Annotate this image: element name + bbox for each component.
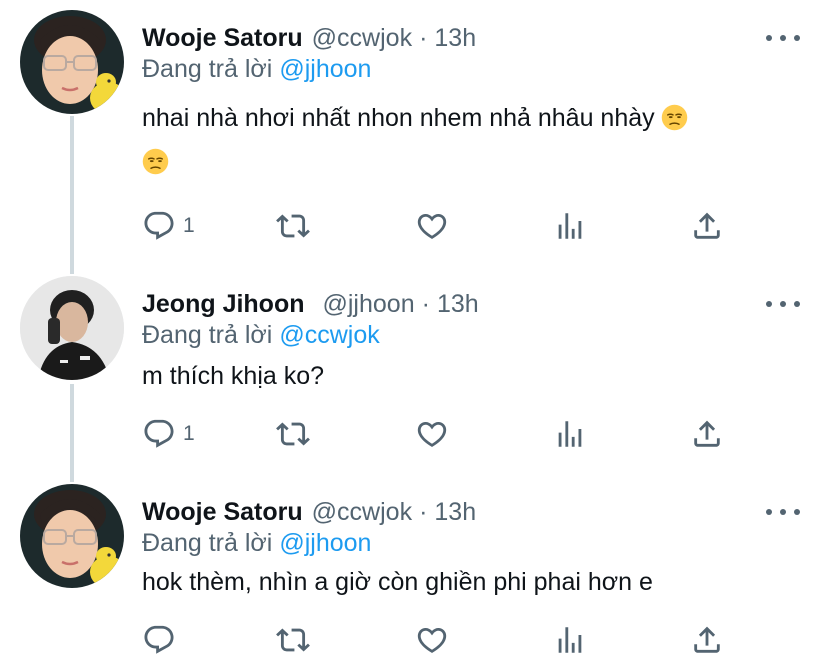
- analytics-button[interactable]: [553, 414, 587, 454]
- replying-to-line: Đang trả lời @ccwjok: [142, 321, 380, 350]
- retweet-icon: [276, 623, 310, 657]
- share-icon: [690, 417, 724, 451]
- replying-to-mention[interactable]: @jjhoon: [279, 529, 371, 557]
- separator-dot: ·: [419, 497, 428, 526]
- share-button[interactable]: [690, 414, 724, 454]
- timestamp[interactable]: 13h: [434, 24, 476, 53]
- retweet-icon: [276, 209, 310, 243]
- reply-icon: [142, 417, 176, 451]
- heart-icon: [415, 623, 449, 657]
- unamused-face-emoji-icon: [142, 148, 169, 175]
- retweet-button[interactable]: [276, 620, 310, 660]
- tweet[interactable]: Wooje Satoru @ccwjok · 13h Đang trả lời @…: [0, 484, 828, 664]
- retweet-icon: [276, 417, 310, 451]
- separator-dot: ·: [421, 289, 430, 318]
- retweet-button[interactable]: [276, 414, 310, 454]
- retweet-button[interactable]: [276, 206, 310, 246]
- tweet[interactable]: Jeong Jihoon @jjhoon · 13h Đang trả lời @…: [0, 276, 828, 466]
- replying-to-label: Đang trả lời: [142, 529, 273, 557]
- user-handle[interactable]: @jjhoon: [323, 290, 415, 319]
- share-button[interactable]: [690, 206, 724, 246]
- unamused-face-emoji-icon: [661, 104, 688, 131]
- reply-icon: [142, 623, 176, 657]
- heart-icon: [415, 417, 449, 451]
- display-name[interactable]: Wooje Satoru: [142, 498, 303, 527]
- analytics-button[interactable]: [553, 206, 587, 246]
- tweet-actions: [142, 620, 732, 660]
- user-handle[interactable]: @ccwjok: [312, 498, 412, 527]
- timestamp[interactable]: 13h: [437, 290, 479, 319]
- like-button[interactable]: [415, 620, 449, 660]
- reply-button[interactable]: 1: [142, 414, 195, 454]
- like-button[interactable]: [415, 414, 449, 454]
- more-icon[interactable]: [766, 502, 800, 522]
- more-icon[interactable]: [766, 294, 800, 314]
- avatar[interactable]: [20, 10, 124, 114]
- analytics-icon: [553, 417, 587, 451]
- share-icon: [690, 623, 724, 657]
- tweet-actions: 1: [142, 414, 732, 454]
- analytics-icon: [553, 623, 587, 657]
- tweet[interactable]: Wooje Satoru @ccwjok · 13h Đang trả lời @…: [0, 10, 828, 260]
- share-icon: [690, 209, 724, 243]
- replying-to-line: Đang trả lời @jjhoon: [142, 55, 371, 84]
- replying-to-line: Đang trả lời @jjhoon: [142, 529, 371, 558]
- more-icon[interactable]: [766, 28, 800, 48]
- analytics-button[interactable]: [553, 620, 587, 660]
- separator-dot: ·: [419, 23, 428, 52]
- replying-to-mention[interactable]: @ccwjok: [279, 321, 379, 349]
- replying-to-label: Đang trả lời: [142, 55, 273, 83]
- reply-button[interactable]: 1: [142, 206, 195, 246]
- analytics-icon: [553, 209, 587, 243]
- user-handle[interactable]: @ccwjok: [312, 24, 412, 53]
- timestamp[interactable]: 13h: [434, 498, 476, 527]
- heart-icon: [415, 209, 449, 243]
- display-name[interactable]: Jeong Jihoon: [142, 290, 305, 319]
- replying-to-mention[interactable]: @jjhoon: [279, 55, 371, 83]
- tweet-text: m thích khịa ko?: [142, 362, 325, 390]
- display-name[interactable]: Wooje Satoru: [142, 24, 303, 53]
- tweet-actions: 1: [142, 206, 732, 246]
- tweet-text: nhai nhà nhơi nhất nhon nhem nhả nhâu nh…: [142, 96, 792, 184]
- replying-to-label: Đang trả lời: [142, 321, 273, 349]
- reply-count: 1: [183, 422, 195, 445]
- reply-button[interactable]: [142, 620, 176, 660]
- share-button[interactable]: [690, 620, 724, 660]
- tweet-text: hok thèm, nhìn a giờ còn ghiền phi phai …: [142, 568, 653, 596]
- avatar[interactable]: [20, 484, 124, 588]
- like-button[interactable]: [415, 206, 449, 246]
- reply-count: 1: [183, 214, 195, 237]
- avatar[interactable]: [20, 276, 124, 380]
- reply-icon: [142, 209, 176, 243]
